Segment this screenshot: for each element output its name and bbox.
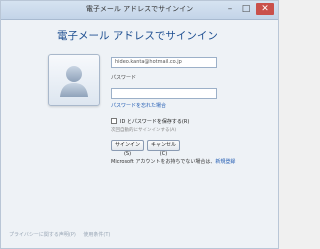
remember-label[interactable]: ID とパスワードを保存する(R) <box>120 118 189 125</box>
remember-checkbox[interactable] <box>111 118 117 124</box>
signup-link[interactable]: 新規登録 <box>215 159 235 165</box>
email-input[interactable]: hideo.kanta@hotmail.co.jp <box>111 57 217 68</box>
signup-prompt: Microsoft アカウントをお持ちでない場合は、新規登録 <box>111 158 235 165</box>
password-label: パスワード <box>111 75 137 81</box>
auto-signin-note: 次回自動的にサインインする(A) <box>111 128 177 133</box>
privacy-link[interactable]: プライバシーに関する声明(P) <box>9 232 76 238</box>
signin-window: 電子メール アドレスでサインイン – □ ✕ 電子メール アドレスでサインイン … <box>0 0 279 249</box>
terms-link[interactable]: 使用条件(T) <box>83 232 110 238</box>
password-input[interactable] <box>111 88 217 99</box>
signin-button[interactable]: サインイン(S) <box>111 140 144 157</box>
forgot-password-link[interactable]: パスワードを忘れた場合 <box>111 102 166 109</box>
footer-links: プライバシーに関する声明(P) 使用条件(T) <box>9 231 116 238</box>
minimize-button[interactable]: – <box>223 3 237 15</box>
page-heading: 電子メール アドレスでサインイン <box>57 30 218 42</box>
close-button[interactable]: ✕ <box>256 3 274 15</box>
user-silhouette-icon <box>60 66 88 97</box>
maximize-button[interactable]: □ <box>239 3 253 15</box>
avatar <box>48 54 100 106</box>
title-bar: 電子メール アドレスでサインイン – □ ✕ <box>1 1 278 20</box>
cancel-button[interactable]: キャンセル(C) <box>147 140 180 157</box>
signup-text: Microsoft アカウントをお持ちでない場合は、 <box>111 159 216 165</box>
